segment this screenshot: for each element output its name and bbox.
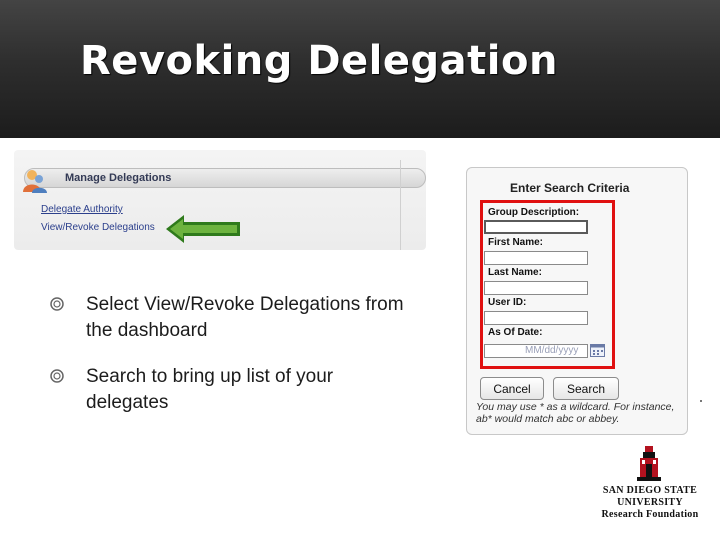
stray-dot (700, 400, 702, 402)
dialog-title: Enter Search Criteria (510, 181, 630, 195)
delegation-people-icon (23, 170, 47, 193)
cancel-button[interactable]: Cancel (480, 377, 544, 400)
logo-line-3: Research Foundation (601, 509, 699, 520)
delegate-authority-link[interactable]: Delegate Authority (41, 204, 123, 215)
divider (400, 160, 401, 250)
bullet-text: Search to bring up list of your delegate… (86, 366, 334, 413)
wildcard-hint: You may use * as a wildcard. For instanc… (476, 401, 675, 425)
search-button[interactable]: Search (553, 377, 619, 400)
logo-line-1: SAN DIEGO STATE (602, 485, 698, 496)
logo-line-2: UNIVERSITY (617, 497, 683, 508)
title-bar: Revoking Delegation (0, 0, 720, 138)
left-arrow-icon (166, 215, 240, 243)
view-revoke-delegations-link[interactable]: View/Revoke Delegations (41, 222, 155, 233)
ring-bullet-icon (50, 369, 64, 383)
slide-title: Revoking Delegation (80, 38, 558, 84)
highlight-box (480, 200, 615, 369)
sdsu-tower-logo-icon (637, 446, 661, 481)
bullet-text: Select View/Revoke Delegations from the … (86, 294, 404, 341)
manage-delegations-label: Manage Delegations (65, 172, 172, 184)
manage-delegations-header: Manage Delegations (24, 168, 426, 188)
ring-bullet-icon (50, 297, 64, 311)
